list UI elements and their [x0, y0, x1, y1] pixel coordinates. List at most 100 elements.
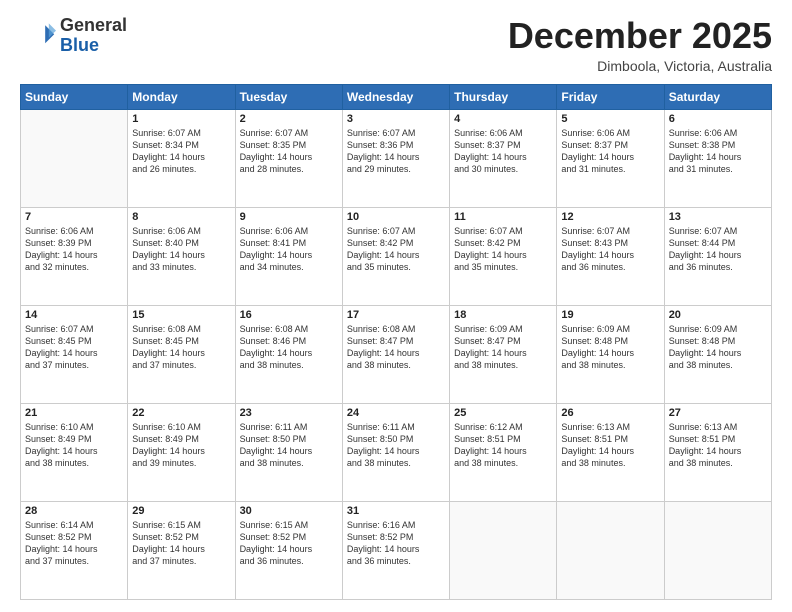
- day-info: Sunrise: 6:06 AM Sunset: 8:38 PM Dayligh…: [669, 127, 767, 176]
- day-info: Sunrise: 6:13 AM Sunset: 8:51 PM Dayligh…: [669, 421, 767, 470]
- table-row: 23 Sunrise: 6:11 AM Sunset: 8:50 PM Dayli…: [235, 403, 342, 501]
- calendar-week-2: 7 Sunrise: 6:06 AM Sunset: 8:39 PM Daylig…: [21, 207, 772, 305]
- day-number: 30: [240, 505, 338, 517]
- table-row: 9 Sunrise: 6:06 AM Sunset: 8:41 PM Daylig…: [235, 207, 342, 305]
- table-row: 30 Sunrise: 6:15 AM Sunset: 8:52 PM Dayli…: [235, 501, 342, 599]
- day-info: Sunrise: 6:10 AM Sunset: 8:49 PM Dayligh…: [132, 421, 230, 470]
- col-thursday: Thursday: [450, 84, 557, 109]
- day-info: Sunrise: 6:06 AM Sunset: 8:37 PM Dayligh…: [454, 127, 552, 176]
- header-row: Sunday Monday Tuesday Wednesday Thursday…: [21, 84, 772, 109]
- day-number: 19: [561, 309, 659, 321]
- day-number: 27: [669, 407, 767, 419]
- day-number: 29: [132, 505, 230, 517]
- day-number: 8: [132, 211, 230, 223]
- day-number: 4: [454, 113, 552, 125]
- table-row: 18Sunrise: 6:09 AM Sunset: 8:47 PM Dayli…: [450, 305, 557, 403]
- day-info: Sunrise: 6:15 AM Sunset: 8:52 PM Dayligh…: [240, 519, 338, 568]
- day-info: Sunrise: 6:08 AM Sunset: 8:46 PM Dayligh…: [240, 323, 338, 372]
- table-row: 22 Sunrise: 6:10 AM Sunset: 8:49 PM Dayli…: [128, 403, 235, 501]
- day-number: 15: [132, 309, 230, 321]
- table-row: [557, 501, 664, 599]
- table-row: 21 Sunrise: 6:10 AM Sunset: 8:49 PM Dayli…: [21, 403, 128, 501]
- day-info: Sunrise: 6:07 AM Sunset: 8:45 PM Dayligh…: [25, 323, 123, 372]
- table-row: 2 Sunrise: 6:07 AM Sunset: 8:35 PM Daylig…: [235, 109, 342, 207]
- day-number: 21: [25, 407, 123, 419]
- day-info: Sunrise: 6:09 AM Sunset: 8:48 PM Dayligh…: [561, 323, 659, 372]
- day-number: 26: [561, 407, 659, 419]
- day-number: 2: [240, 113, 338, 125]
- table-row: 26 Sunrise: 6:13 AM Sunset: 8:51 PM Dayli…: [557, 403, 664, 501]
- table-row: 14 Sunrise: 6:07 AM Sunset: 8:45 PM Dayli…: [21, 305, 128, 403]
- col-sunday: Sunday: [21, 84, 128, 109]
- calendar-header: Sunday Monday Tuesday Wednesday Thursday…: [21, 84, 772, 109]
- day-info: Sunrise: 6:08 AM Sunset: 8:45 PM Dayligh…: [132, 323, 230, 372]
- day-info: Sunrise: 6:07 AM Sunset: 8:42 PM Dayligh…: [347, 225, 445, 274]
- table-row: 10 Sunrise: 6:07 AM Sunset: 8:42 PM Dayli…: [342, 207, 449, 305]
- calendar-week-1: 1 Sunrise: 6:07 AM Sunset: 8:34 PM Daylig…: [21, 109, 772, 207]
- calendar-table: Sunday Monday Tuesday Wednesday Thursday…: [20, 84, 772, 600]
- location: Dimboola, Victoria, Australia: [508, 58, 772, 74]
- day-number: 18: [454, 309, 552, 321]
- title-block: December 2025 Dimboola, Victoria, Austra…: [508, 16, 772, 74]
- day-number: 1: [132, 113, 230, 125]
- table-row: 5Sunrise: 6:06 AM Sunset: 8:37 PM Daylig…: [557, 109, 664, 207]
- day-number: 28: [25, 505, 123, 517]
- day-info: Sunrise: 6:08 AM Sunset: 8:47 PM Dayligh…: [347, 323, 445, 372]
- col-friday: Friday: [557, 84, 664, 109]
- day-info: Sunrise: 6:06 AM Sunset: 8:40 PM Dayligh…: [132, 225, 230, 274]
- day-number: 9: [240, 211, 338, 223]
- day-info: Sunrise: 6:15 AM Sunset: 8:52 PM Dayligh…: [132, 519, 230, 568]
- col-saturday: Saturday: [664, 84, 771, 109]
- day-number: 31: [347, 505, 445, 517]
- day-info: Sunrise: 6:07 AM Sunset: 8:42 PM Dayligh…: [454, 225, 552, 274]
- day-info: Sunrise: 6:09 AM Sunset: 8:48 PM Dayligh…: [669, 323, 767, 372]
- day-info: Sunrise: 6:07 AM Sunset: 8:43 PM Dayligh…: [561, 225, 659, 274]
- calendar-week-5: 28 Sunrise: 6:14 AM Sunset: 8:52 PM Dayli…: [21, 501, 772, 599]
- day-info: Sunrise: 6:06 AM Sunset: 8:39 PM Dayligh…: [25, 225, 123, 274]
- col-wednesday: Wednesday: [342, 84, 449, 109]
- col-monday: Monday: [128, 84, 235, 109]
- calendar-week-3: 14 Sunrise: 6:07 AM Sunset: 8:45 PM Dayli…: [21, 305, 772, 403]
- day-info: Sunrise: 6:07 AM Sunset: 8:34 PM Dayligh…: [132, 127, 230, 176]
- table-row: 29 Sunrise: 6:15 AM Sunset: 8:52 PM Dayli…: [128, 501, 235, 599]
- day-info: Sunrise: 6:06 AM Sunset: 8:37 PM Dayligh…: [561, 127, 659, 176]
- table-row: 6Sunrise: 6:06 AM Sunset: 8:38 PM Daylig…: [664, 109, 771, 207]
- month-title: December 2025: [508, 16, 772, 56]
- table-row: [450, 501, 557, 599]
- day-number: 25: [454, 407, 552, 419]
- day-number: 14: [25, 309, 123, 321]
- day-number: 7: [25, 211, 123, 223]
- day-info: Sunrise: 6:13 AM Sunset: 8:51 PM Dayligh…: [561, 421, 659, 470]
- table-row: 16 Sunrise: 6:08 AM Sunset: 8:46 PM Dayli…: [235, 305, 342, 403]
- day-number: 16: [240, 309, 338, 321]
- day-info: Sunrise: 6:07 AM Sunset: 8:44 PM Dayligh…: [669, 225, 767, 274]
- day-info: Sunrise: 6:06 AM Sunset: 8:41 PM Dayligh…: [240, 225, 338, 274]
- day-info: Sunrise: 6:11 AM Sunset: 8:50 PM Dayligh…: [347, 421, 445, 470]
- table-row: 25 Sunrise: 6:12 AM Sunset: 8:51 PM Dayli…: [450, 403, 557, 501]
- table-row: 1 Sunrise: 6:07 AM Sunset: 8:34 PM Daylig…: [128, 109, 235, 207]
- calendar-body: 1 Sunrise: 6:07 AM Sunset: 8:34 PM Daylig…: [21, 109, 772, 599]
- table-row: 7 Sunrise: 6:06 AM Sunset: 8:39 PM Daylig…: [21, 207, 128, 305]
- day-number: 13: [669, 211, 767, 223]
- table-row: 3 Sunrise: 6:07 AM Sunset: 8:36 PM Daylig…: [342, 109, 449, 207]
- page: General Blue December 2025 Dimboola, Vic…: [0, 0, 792, 612]
- logo-icon: [20, 18, 56, 54]
- header: General Blue December 2025 Dimboola, Vic…: [20, 16, 772, 74]
- day-number: 10: [347, 211, 445, 223]
- day-number: 22: [132, 407, 230, 419]
- day-number: 12: [561, 211, 659, 223]
- day-info: Sunrise: 6:07 AM Sunset: 8:36 PM Dayligh…: [347, 127, 445, 176]
- col-tuesday: Tuesday: [235, 84, 342, 109]
- day-number: 17: [347, 309, 445, 321]
- day-number: 23: [240, 407, 338, 419]
- day-info: Sunrise: 6:11 AM Sunset: 8:50 PM Dayligh…: [240, 421, 338, 470]
- day-info: Sunrise: 6:07 AM Sunset: 8:35 PM Dayligh…: [240, 127, 338, 176]
- day-info: Sunrise: 6:14 AM Sunset: 8:52 PM Dayligh…: [25, 519, 123, 568]
- table-row: 4 Sunrise: 6:06 AM Sunset: 8:37 PM Daylig…: [450, 109, 557, 207]
- day-info: Sunrise: 6:12 AM Sunset: 8:51 PM Dayligh…: [454, 421, 552, 470]
- day-number: 3: [347, 113, 445, 125]
- table-row: 15 Sunrise: 6:08 AM Sunset: 8:45 PM Dayli…: [128, 305, 235, 403]
- day-number: 24: [347, 407, 445, 419]
- table-row: 11Sunrise: 6:07 AM Sunset: 8:42 PM Dayli…: [450, 207, 557, 305]
- day-info: Sunrise: 6:10 AM Sunset: 8:49 PM Dayligh…: [25, 421, 123, 470]
